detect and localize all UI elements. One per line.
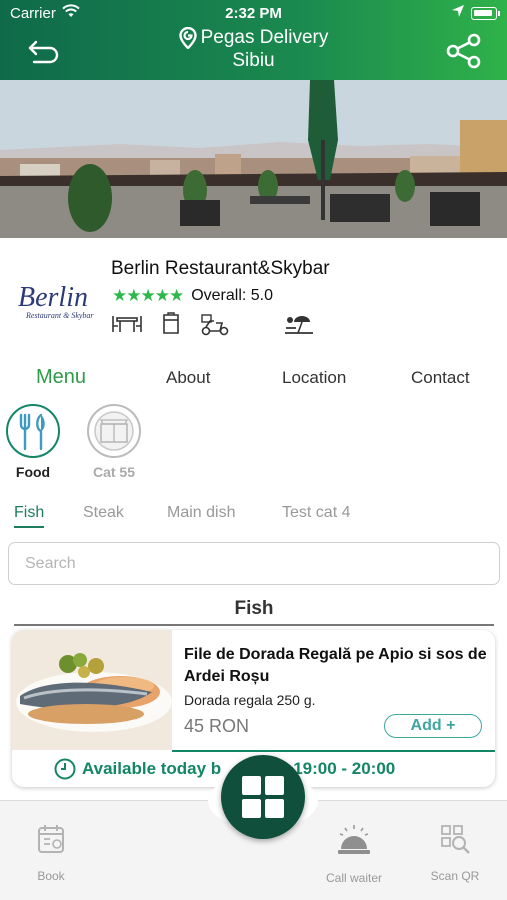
card-divider <box>172 750 495 752</box>
header-title: Pegas Delivery Sibiu <box>100 26 407 72</box>
subcategory-test-cat-4[interactable]: Test cat 4 <box>282 504 350 522</box>
svg-text:Restaurant & Skybar: Restaurant & Skybar <box>25 311 94 320</box>
category-food-label: Food <box>15 464 51 480</box>
status-bar: Carrier 2:32 PM <box>0 0 507 28</box>
subcategory-fish[interactable]: Fish <box>14 504 45 528</box>
call-waiter-label: Call waiter <box>325 871 382 885</box>
call-waiter-button[interactable]: Call waiter <box>319 823 389 885</box>
app-header: Carrier 2:32 PM Pegas Delivery Sibiu <box>0 0 507 80</box>
product-image <box>12 630 172 750</box>
calendar-icon <box>38 825 64 853</box>
dine-in-icon <box>112 316 142 332</box>
overall-rating: Overall: 5.0 <box>191 287 274 304</box>
subcategory-steak[interactable]: Steak <box>83 504 124 522</box>
restaurant-name: Berlin Restaurant&Skybar <box>111 258 330 279</box>
section-title: Fish <box>234 598 274 619</box>
availability-row: Available today b 19:00 - 20:00 <box>54 758 395 780</box>
product-description: Dorada regala 250 g. <box>184 692 316 708</box>
battery-icon <box>471 7 500 20</box>
availability-text-start: Available today b <box>82 759 222 778</box>
add-to-cart-button[interactable]: Add + <box>384 714 482 738</box>
restaurant-logo: Berlin Restaurant & Skybar <box>12 270 102 330</box>
menu-grid-button[interactable] <box>221 755 305 839</box>
availability-text-end: 19:00 - 20:00 <box>293 759 396 778</box>
share-icon <box>446 33 481 69</box>
terrace-icon <box>285 316 313 334</box>
search-input[interactable] <box>8 542 500 585</box>
category-cat-55[interactable]: Cat 55 <box>84 404 144 480</box>
status-time: 2:32 PM <box>225 5 282 22</box>
product-price: 45 RON <box>184 716 250 736</box>
tab-menu[interactable]: Menu <box>36 366 86 389</box>
grid-icon <box>242 776 284 818</box>
header-title-line2: Sibiu <box>232 50 275 71</box>
book-label: Book <box>37 869 65 883</box>
header-title-line1: Pegas Delivery <box>200 27 329 48</box>
category-food[interactable]: Food <box>3 404 63 480</box>
share-button[interactable] <box>445 32 483 70</box>
restaurant-tabs: Menu About Location Contact <box>0 362 507 396</box>
scan-qr-button[interactable]: Scan QR <box>420 823 490 883</box>
svg-text:Berlin: Berlin <box>18 282 88 313</box>
service-bell-icon <box>338 825 370 854</box>
location-arrow-icon <box>451 4 465 22</box>
delivery-icon <box>201 314 229 336</box>
subcategory-main-dish[interactable]: Main dish <box>167 504 235 522</box>
rating-stars: ★★★★★ <box>112 286 184 305</box>
fork-knife-icon <box>19 413 45 451</box>
tab-location[interactable]: Location <box>282 368 346 388</box>
tab-contact[interactable]: Contact <box>411 368 470 388</box>
back-button[interactable] <box>26 36 66 68</box>
back-arrow-icon <box>28 40 59 64</box>
scan-qr-label: Scan QR <box>430 869 480 883</box>
map-pin-icon <box>178 26 197 50</box>
takeaway-icon <box>163 312 179 334</box>
section-divider <box>14 624 494 626</box>
restaurant-cover-image <box>0 80 507 238</box>
rating-row: ★★★★★ Overall: 5.0 <box>112 286 273 306</box>
book-button[interactable]: Book <box>16 823 86 883</box>
category-image-icon <box>94 411 134 451</box>
tab-about[interactable]: About <box>166 368 210 388</box>
clock-icon <box>54 758 76 780</box>
qr-scan-icon <box>441 825 470 854</box>
category-food-circle <box>6 404 60 458</box>
category-cat-55-circle <box>87 404 141 458</box>
category-cat-55-label: Cat 55 <box>92 464 136 480</box>
product-title: File de Dorada Regală pe Apio si sos de … <box>184 646 487 685</box>
services-row <box>112 312 314 336</box>
